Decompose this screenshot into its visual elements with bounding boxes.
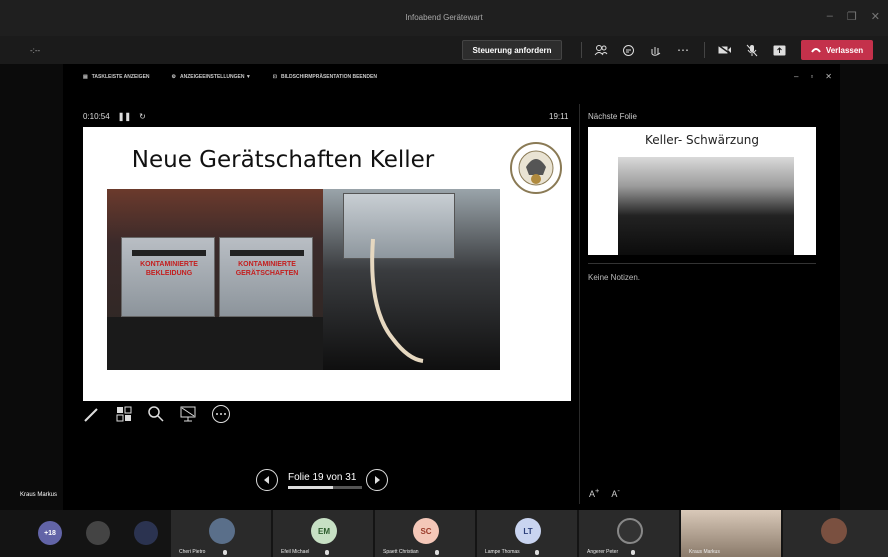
request-control-button[interactable]: Steuerung anfordern [462,40,562,60]
chevron-left-icon [264,476,269,484]
taskbar-icon: ▤ [83,74,88,80]
camera-off-icon[interactable] [718,43,732,57]
participant-name: Cheri Pietro [179,549,206,555]
participant-name: Efeil Michael [281,549,310,555]
participant-video-tile[interactable]: Kraus Markus [681,510,781,557]
slide-title: Neue Gerätschaften Keller [131,147,435,173]
more-options-icon[interactable] [211,404,231,429]
display-settings-icon: ⚙ [171,74,176,80]
restore-icon[interactable]: ▫ [810,72,813,81]
avatar[interactable] [134,521,158,545]
avatar-initials: EM [311,518,337,544]
end-show-icon: ⊡ [272,74,277,80]
more-participants-badge[interactable]: +18 [38,521,62,545]
next-slide-title: Keller- Schwärzung [644,133,760,147]
previous-slide-button[interactable] [256,469,278,491]
reactions-icon[interactable] [648,43,662,57]
participant-name: Kraus Markus [689,549,720,555]
next-slide-preview[interactable]: Keller- Schwärzung [588,127,816,255]
meeting-toolbar: -:-- Steuerung anfordern ⋯ Verlassen [0,36,888,64]
toolbar-divider [581,42,582,58]
mic-icon [325,550,329,555]
zoom-icon[interactable] [147,405,165,428]
pause-icon[interactable]: ❚❚ [118,112,131,121]
maximize-icon[interactable]: ❐ [847,10,857,23]
chevron-right-icon [375,476,381,484]
avatar-initials: SC [413,518,439,544]
fire-brigade-emblem-icon [509,141,563,195]
next-slide-button[interactable] [366,469,389,491]
participant-name: Lampe Thomas [485,549,520,555]
window-titlebar: Infoabend Gerätewart – ❐ ✕ [0,0,888,36]
end-show-label: BILDSCHIRMPRÄSENTATION BEENDEN [281,74,377,80]
display-settings-label: ANZEIGEEINSTELLUNGEN ▼ [180,74,251,80]
leave-button[interactable]: Verlassen [801,40,873,60]
display-settings-button[interactable]: ⚙ ANZEIGEEINSTELLUNGEN ▼ [172,74,251,80]
basement-photo [618,157,794,255]
presenter-toolbar: ▤ TASKLEISTE ANZEIGEN ⚙ ANZEIGEEINSTELLU… [83,74,377,80]
machine-photo [323,189,500,370]
participants-icon[interactable] [594,43,608,57]
participant-tile[interactable]: LT Lampe Thomas [477,510,577,557]
mic-icon [435,550,439,555]
pen-icon[interactable] [83,405,101,428]
toolbar-divider [704,42,705,58]
avatar [209,518,235,544]
increase-font-icon[interactable]: A+ [589,486,599,499]
mic-icon [535,550,539,555]
close-icon[interactable]: ✕ [871,10,880,23]
crate: KONTAMINIERTE BEKLEIDUNG [121,237,215,317]
participant-gallery: +18 Cheri Pietro EM Efeil Michael SC Spa… [0,510,888,557]
participant-tile[interactable]: Cheri Pietro [171,510,271,557]
participant-tile[interactable]: Angerer Peter [579,510,679,557]
pane-divider [579,104,580,504]
hangup-icon [810,46,821,55]
avatar-initials: LT [515,518,541,544]
crates-photo: KONTAMINIERTE BEKLEIDUNG KONTAMINIERTE G… [107,189,323,370]
leave-label: Verlassen [825,45,864,55]
presenter-name: Kraus Markus [20,492,58,498]
mic-icon [223,550,227,555]
crate: KONTAMINIERTE GERÄTSCHAFTEN [219,237,313,317]
minimize-icon[interactable]: – [827,10,833,23]
reset-icon[interactable]: ↻ [139,112,146,121]
participant-name: Angerer Peter [587,549,619,555]
next-slide-label: Nächste Folie [588,112,637,121]
avatar[interactable] [86,521,110,545]
participant-tile[interactable]: SC Spaett Christian [375,510,475,557]
speaker-notes: Keine Notizen. [588,273,641,282]
slide-counter-label: Folie 19 von 31 [288,471,357,483]
share-screen-icon[interactable] [772,43,786,57]
show-taskbar-button[interactable]: ▤ TASKLEISTE ANZEIGEN [83,74,150,80]
slide-navigation: Folie 19 von 31 [256,469,389,491]
slide-counter[interactable]: Folie 19 von 31 [288,471,362,489]
mic-off-icon[interactable] [745,43,759,57]
avatar [617,518,643,544]
elapsed-timer: 0:10:54 [83,112,110,121]
clock: 19:11 [549,112,569,121]
all-slides-icon[interactable] [115,405,133,428]
chat-icon[interactable] [621,43,635,57]
slide-tools [83,404,231,429]
decrease-font-icon[interactable]: A- [611,486,620,499]
show-taskbar-label: TASKLEISTE ANZEIGEN [91,74,150,80]
avatar [821,518,847,544]
minimize-icon[interactable]: – [794,72,798,81]
more-actions-icon[interactable]: ⋯ [676,43,690,57]
mic-icon [631,550,635,555]
black-screen-icon[interactable] [179,405,197,428]
participant-tile[interactable]: EM Efeil Michael [273,510,373,557]
shared-screen: ▤ TASKLEISTE ANZEIGEN ⚙ ANZEIGEEINSTELLU… [63,64,840,510]
close-icon[interactable]: ✕ [825,72,832,81]
participant-tile[interactable] [783,510,888,557]
crate-label: KONTAMINIERTE BEKLEIDUNG [140,261,198,277]
crate-label: KONTAMINIERTE GERÄTSCHAFTEN [235,261,299,277]
participant-name: Spaett Christian [383,549,419,555]
current-slide: Neue Gerätschaften Keller KONTAMINIERTE … [83,127,571,401]
window-title: Infoabend Gerätewart [405,13,483,22]
meeting-timer: -:-- [30,46,41,55]
slide-progress [288,485,362,489]
end-show-button[interactable]: ⊡ BILDSCHIRMPRÄSENTATION BEENDEN [273,74,377,80]
notes-divider [588,263,816,264]
